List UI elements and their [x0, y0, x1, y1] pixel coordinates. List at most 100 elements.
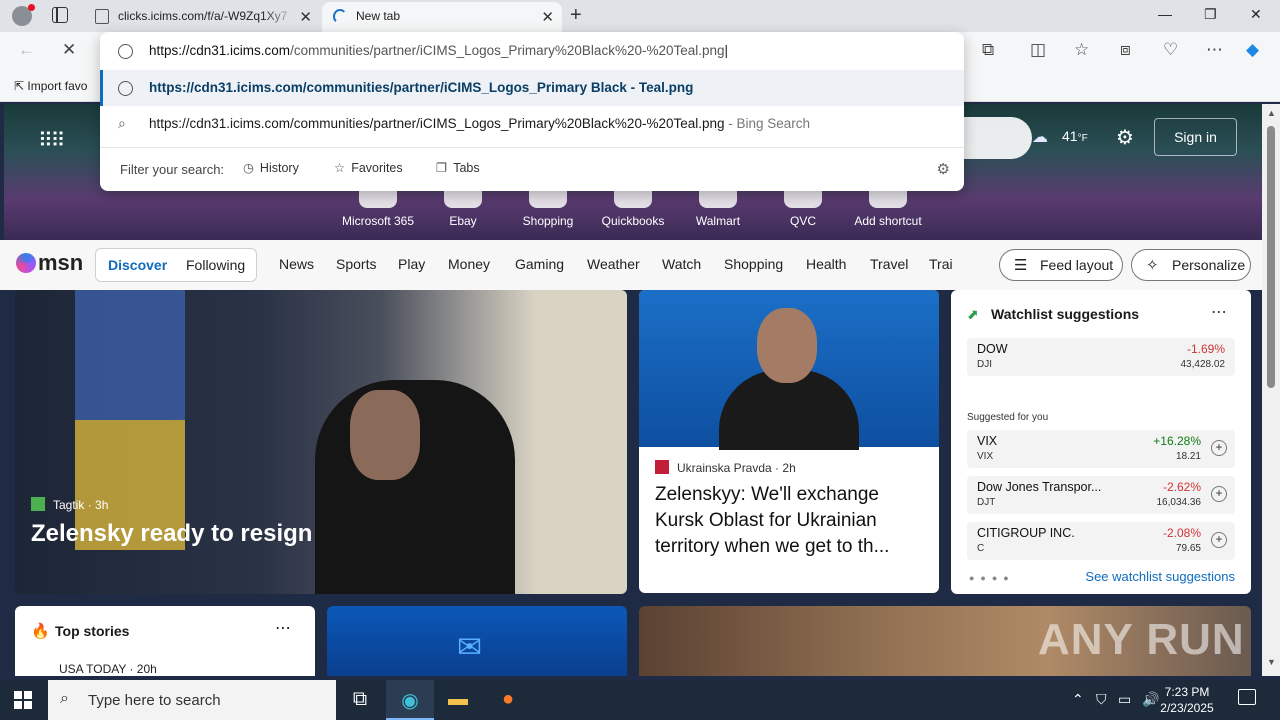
split-screen-icon[interactable]: ◫: [1030, 40, 1046, 60]
watchlist-card: ⬈ Watchlist suggestions ⋯ DOW DJI -1.69%…: [951, 290, 1251, 594]
stock-row-djt[interactable]: Dow Jones Transpor... DJT -2.62% 16,034.…: [967, 476, 1235, 514]
browser-essentials-icon[interactable]: ♡: [1163, 40, 1178, 60]
extensions-icon[interactable]: ⧉: [982, 40, 994, 60]
nav-gaming[interactable]: Gaming: [515, 256, 564, 272]
firefox-icon[interactable]: ●: [484, 680, 532, 720]
scroll-up-icon[interactable]: ▲: [1267, 108, 1276, 118]
anyrun-watermark: ANY RUN: [1038, 615, 1245, 664]
page-scrollbar[interactable]: ▲ ▼: [1262, 104, 1280, 676]
sign-in-button[interactable]: Sign in: [1154, 118, 1237, 156]
source-name: Tagtik: [53, 498, 85, 512]
nav-sports[interactable]: Sports: [336, 256, 376, 272]
stop-icon[interactable]: ✕: [62, 40, 76, 60]
globe-icon: [118, 44, 133, 59]
nav-news[interactable]: News: [279, 256, 314, 272]
filter-tabs-label: Tabs: [453, 161, 480, 175]
add-to-watchlist-icon[interactable]: +: [1211, 486, 1227, 502]
tab-actions-icon[interactable]: [52, 7, 68, 23]
tab-new-tab[interactable]: New tab ✕: [322, 2, 562, 32]
network-icon[interactable]: ▭: [1118, 691, 1131, 708]
tab-following[interactable]: Following: [186, 257, 245, 273]
copilot-weather-pill[interactable]: [960, 117, 1032, 159]
stock-row-citi[interactable]: CITIGROUP INC. C -2.08% 79.65 +: [967, 522, 1235, 560]
taskbar-search[interactable]: ⌕ Type here to search: [48, 680, 336, 720]
personalize-button[interactable]: ✧ Personalize: [1131, 249, 1251, 281]
photo-face: [757, 308, 817, 383]
edge-icon[interactable]: ◉: [386, 680, 434, 720]
profile-icon[interactable]: [12, 4, 35, 26]
add-to-watchlist-icon[interactable]: +: [1211, 440, 1227, 456]
filter-label: Filter your search:: [120, 162, 225, 177]
apps-launcher-icon[interactable]: ⠿⠿: [38, 128, 65, 153]
stock-row-vix[interactable]: VIX VIX +16.28% 18.21 +: [967, 430, 1235, 468]
stock-ticker: C: [977, 543, 985, 554]
file-explorer-icon[interactable]: ▬: [434, 680, 482, 720]
more-options-icon[interactable]: ⋯: [1211, 302, 1227, 322]
stock-change: -2.08%: [1162, 526, 1201, 540]
side-news-card[interactable]: Ukrainska Pravda · 2h Zelenskyy: We'll e…: [639, 290, 939, 593]
history-icon: ◷: [243, 161, 254, 175]
page-settings-icon[interactable]: ⚙: [1116, 125, 1134, 150]
nav-money[interactable]: Money: [448, 256, 490, 272]
close-tab-icon[interactable]: ✕: [541, 8, 554, 26]
shortcut-label: Ebay: [449, 214, 477, 228]
add-to-watchlist-icon[interactable]: +: [1211, 532, 1227, 548]
filter-favorites[interactable]: ☆ Favorites: [334, 160, 403, 175]
notifications-icon[interactable]: [1238, 689, 1256, 705]
windows-start-icon[interactable]: [14, 691, 32, 709]
copilot-icon[interactable]: ◆: [1246, 40, 1259, 60]
tab-title: New tab: [356, 9, 401, 23]
task-view-icon[interactable]: ⧉: [336, 680, 384, 720]
address-input[interactable]: https://cdn31.icims.com/communities/part…: [100, 33, 964, 69]
tab-discover[interactable]: Discover: [108, 257, 167, 273]
msn-butterfly-icon: [16, 253, 36, 273]
scroll-down-icon[interactable]: ▼: [1267, 657, 1276, 667]
top-story-source: USA TODAY · 20h: [59, 662, 157, 676]
favorites-icon[interactable]: ☆: [1074, 40, 1089, 60]
collections-icon[interactable]: ⧈: [1120, 40, 1131, 60]
nav-weather[interactable]: Weather: [587, 256, 640, 272]
star-icon: ☆: [334, 161, 346, 175]
top-stories-card[interactable]: 🔥 Top stories ⋯ USA TODAY · 20h: [15, 606, 315, 676]
clock-time: 7:23 PM: [1164, 685, 1210, 699]
top-stories-title: Top stories: [55, 623, 130, 639]
restore-button[interactable]: ❐: [1204, 6, 1217, 23]
feed-layout-button[interactable]: ☰ Feed layout: [999, 249, 1123, 281]
close-window-button[interactable]: ✕: [1250, 6, 1262, 23]
nav-traffic[interactable]: Trai: [929, 256, 953, 272]
nav-shopping[interactable]: Shopping: [724, 256, 783, 272]
import-favorites-label: Import favo: [27, 79, 88, 93]
scroll-thumb[interactable]: [1267, 126, 1275, 388]
msn-logo[interactable]: msn: [16, 250, 83, 276]
filter-history[interactable]: ◷ History: [243, 160, 299, 175]
stock-row-dow[interactable]: DOW DJI -1.69% 43,428.02: [967, 338, 1235, 376]
close-tab-icon[interactable]: ✕: [299, 8, 312, 26]
temperature[interactable]: 41°F: [1062, 128, 1088, 144]
news-photo: [639, 290, 939, 450]
new-tab-button[interactable]: +: [570, 4, 582, 27]
nav-travel[interactable]: Travel: [870, 256, 908, 272]
msn-logo-text: msn: [38, 250, 84, 275]
import-favorites-link[interactable]: ⇱ Import favo: [14, 79, 87, 93]
shortcut-label: Quickbooks: [601, 214, 665, 228]
settings-icon[interactable]: ⚙: [937, 160, 950, 178]
nav-watch[interactable]: Watch: [662, 256, 701, 272]
nav-play[interactable]: Play: [398, 256, 425, 272]
show-hidden-icons[interactable]: ⌃: [1072, 691, 1084, 708]
see-watchlist-link[interactable]: See watchlist suggestions: [1085, 569, 1235, 584]
nav-health[interactable]: Health: [806, 256, 846, 272]
url-suggestion[interactable]: https://cdn31.icims.com/communities/part…: [100, 70, 964, 106]
bing-search-suggestion[interactable]: ⌕ https://cdn31.icims.com/communities/pa…: [100, 106, 964, 142]
carousel-dots[interactable]: ●●●●: [969, 573, 1015, 583]
security-icon[interactable]: ⛉: [1096, 691, 1107, 708]
more-icon[interactable]: ⋯: [1206, 40, 1223, 60]
back-icon[interactable]: ←: [18, 40, 35, 60]
mail-promo-card[interactable]: ✉: [327, 606, 627, 676]
personalize-label: Personalize: [1172, 257, 1246, 273]
clock[interactable]: 7:23 PM 2/23/2025: [1150, 684, 1224, 716]
minimize-button[interactable]: —: [1158, 6, 1172, 22]
filter-tabs[interactable]: ❐ Tabs: [436, 160, 480, 175]
tab-icims[interactable]: clicks.icims.com/f/a/-W9Zq1Xy7 ✕: [84, 2, 320, 32]
more-options-icon[interactable]: ⋯: [275, 618, 291, 638]
main-news-card[interactable]: Tagtik · 3h Zelensky ready to resign: [15, 290, 627, 594]
